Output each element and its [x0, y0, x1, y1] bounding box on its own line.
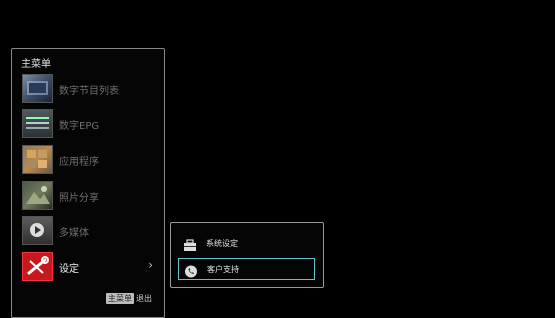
toolbox-icon	[183, 237, 197, 251]
chevron-right-icon: ›	[148, 258, 153, 272]
settings-tools-icon	[22, 252, 53, 281]
menu-item-label: 数字EPG	[59, 121, 100, 132]
menu-item-label: 应用程序	[59, 157, 99, 168]
menu-item-applications[interactable]: 应用程序	[21, 144, 157, 176]
multimedia-icon	[22, 216, 53, 245]
menu-item-settings[interactable]: 设定 ›	[21, 251, 157, 283]
applications-icon	[22, 145, 53, 174]
submenu-item-customer-support[interactable]: 客户支持	[178, 258, 315, 280]
submenu-item-system-settings[interactable]: 系统设定	[178, 233, 315, 255]
menu-item-multimedia[interactable]: 多媒体	[21, 215, 157, 247]
main-menu-key-hint: 主菜单	[106, 293, 134, 304]
menu-item-photo-share[interactable]: 照片分享	[21, 180, 157, 212]
exit-hint: 退出	[136, 294, 152, 303]
digital-channel-list-icon	[22, 74, 53, 103]
epg-icon	[22, 109, 53, 138]
menu-item-epg[interactable]: 数字EPG	[21, 108, 157, 140]
menu-item-label: 多媒体	[59, 228, 89, 239]
menu-item-label: 设定	[59, 264, 79, 275]
settings-submenu-panel: 系统设定 客户支持	[170, 222, 324, 288]
main-menu-panel: 主菜单 数字节目列表 数字EPG 应用程序 照片分享 多媒体 设定 › 主菜单 …	[11, 48, 165, 318]
submenu-item-label: 系统设定	[206, 239, 238, 248]
menu-item-label: 照片分享	[59, 193, 99, 204]
photo-share-icon	[22, 181, 53, 210]
menu-item-digital-channel-list[interactable]: 数字节目列表	[21, 73, 157, 105]
menu-item-label: 数字节目列表	[59, 86, 119, 97]
menu-footer: 主菜单 退出	[106, 293, 152, 304]
submenu-item-label: 客户支持	[207, 265, 239, 274]
main-menu-title: 主菜单	[21, 59, 51, 70]
phone-icon	[184, 263, 198, 278]
